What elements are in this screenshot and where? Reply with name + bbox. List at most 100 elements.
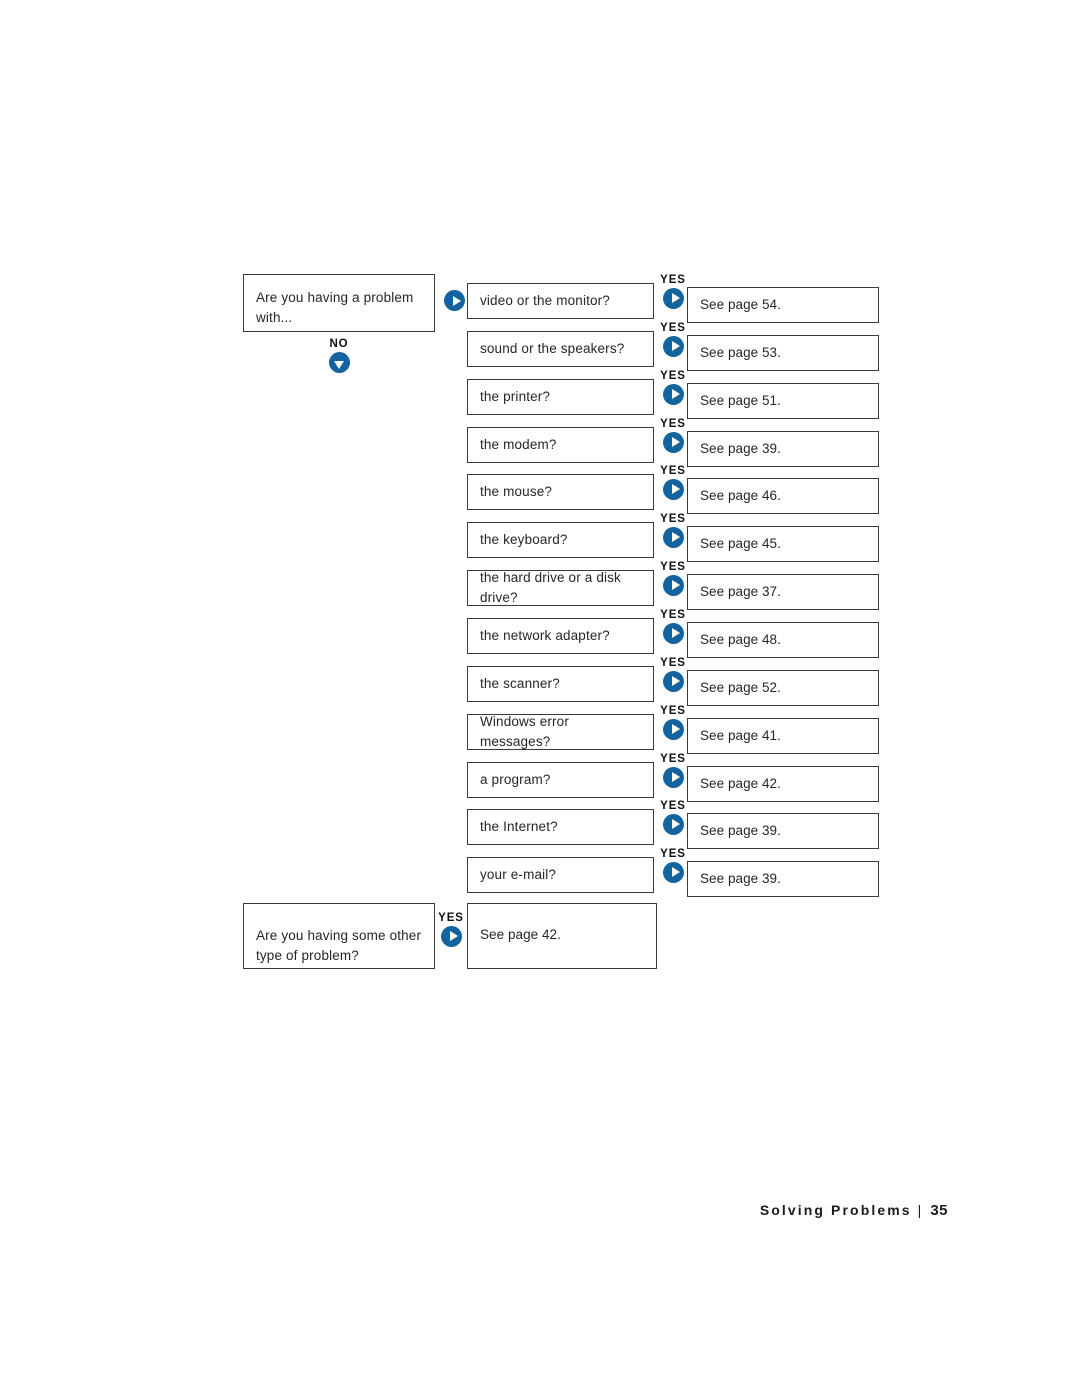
yes-branch-connector-label: YES — [660, 322, 686, 334]
answer-box: See page 48. — [687, 622, 879, 658]
arrow-right-circle-icon — [662, 813, 684, 835]
yes-branch-connector: YES — [656, 561, 690, 596]
yes-branch-connector: YES — [656, 753, 690, 788]
answer-box: See page 41. — [687, 718, 879, 754]
other-problem-question-box: Are you having some other type of proble… — [243, 903, 435, 969]
yes-branch-connector-label: YES — [660, 274, 686, 286]
arrow-right-circle-icon — [662, 766, 684, 788]
yes-branch-connector-label: YES — [660, 609, 686, 621]
answer-box: See page 53. — [687, 335, 879, 371]
arrow-right-circle-icon — [662, 431, 684, 453]
arrow-right-circle-icon — [662, 335, 684, 357]
answer-label: See page 39. — [700, 441, 781, 457]
answer-box: See page 54. — [687, 287, 879, 323]
answer-label: See page 37. — [700, 584, 781, 600]
answer-label: See page 51. — [700, 393, 781, 409]
question-box: video or the monitor? — [467, 283, 654, 319]
answer-label: See page 46. — [700, 488, 781, 504]
start-question-label: Are you having a problem with... — [256, 290, 414, 325]
start-question-box: Are you having a problem with... — [243, 274, 435, 332]
other-problem-yes-connector-label: YES — [438, 912, 464, 924]
start-no-branch-connector-label: NO — [329, 338, 349, 350]
start-no-branch-connector: NO — [322, 338, 356, 373]
question-label: the keyboard? — [480, 532, 568, 548]
question-label: sound or the speakers? — [480, 341, 625, 357]
question-box: the modem? — [467, 427, 654, 463]
arrow-down-circle-icon — [328, 351, 350, 373]
question-box: your e-mail? — [467, 857, 654, 893]
start-to-first-question-connector — [437, 290, 471, 311]
question-label: the scanner? — [480, 676, 560, 692]
question-label: your e-mail? — [480, 867, 557, 883]
troubleshooting-flowchart: Are you having a problem with... NO video … — [0, 0, 1080, 1397]
yes-branch-connector: YES — [656, 418, 690, 453]
question-label: the Internet? — [480, 819, 558, 835]
yes-branch-connector: YES — [656, 800, 690, 835]
question-box: the hard drive or a disk drive? — [467, 570, 654, 606]
answer-box: See page 39. — [687, 431, 879, 467]
yes-branch-connector: YES — [656, 370, 690, 405]
yes-branch-connector: YES — [656, 848, 690, 883]
answer-label: See page 45. — [700, 536, 781, 552]
question-label: the modem? — [480, 437, 557, 453]
yes-branch-connector-label: YES — [660, 705, 686, 717]
arrow-right-circle-icon — [662, 670, 684, 692]
question-box: a program? — [467, 762, 654, 798]
footer-page-number: 35 — [930, 1202, 948, 1219]
answer-label: See page 54. — [700, 297, 781, 313]
question-label: the network adapter? — [480, 628, 610, 644]
yes-branch-connector-label: YES — [660, 465, 686, 477]
question-box: Windows error messages? — [467, 714, 654, 750]
answer-box: See page 42. — [687, 766, 879, 802]
question-box: the Internet? — [467, 809, 654, 845]
question-box: the scanner? — [467, 666, 654, 702]
answer-box: See page 39. — [687, 861, 879, 897]
question-box: the mouse? — [467, 474, 654, 510]
question-label: the hard drive or a disk drive? — [480, 570, 621, 605]
yes-branch-connector-label: YES — [660, 657, 686, 669]
footer-separator: | — [917, 1202, 922, 1218]
footer-section-title: Solving Problems — [759, 1202, 912, 1218]
yes-branch-connector: YES — [656, 705, 690, 740]
answer-box: See page 45. — [687, 526, 879, 562]
arrow-right-circle-icon — [443, 290, 465, 311]
question-box: the printer? — [467, 379, 654, 415]
answer-box: See page 51. — [687, 383, 879, 419]
yes-branch-connector-label: YES — [660, 418, 686, 430]
arrow-right-circle-icon — [662, 526, 684, 548]
arrow-right-circle-icon — [662, 287, 684, 309]
question-label: the printer? — [480, 389, 551, 405]
other-problem-answer-label: See page 42. — [480, 927, 561, 942]
other-problem-answer-box: See page 42. — [467, 903, 657, 969]
question-label: video or the monitor? — [480, 293, 610, 309]
other-problem-question-label: Are you having some other type of proble… — [256, 928, 422, 963]
yes-branch-connector-label: YES — [660, 800, 686, 812]
arrow-right-circle-icon — [662, 478, 684, 500]
arrow-right-circle-icon — [662, 718, 684, 740]
yes-branch-connector: YES — [656, 513, 690, 548]
arrow-right-circle-icon — [662, 622, 684, 644]
yes-branch-connector: YES — [656, 465, 690, 500]
answer-label: See page 39. — [700, 871, 781, 887]
question-label: Windows error messages? — [480, 714, 569, 749]
yes-branch-connector-label: YES — [660, 753, 686, 765]
yes-branch-connector: YES — [656, 657, 690, 692]
answer-box: See page 52. — [687, 670, 879, 706]
yes-branch-connector: YES — [656, 609, 690, 644]
yes-branch-connector: YES — [656, 274, 690, 309]
question-label: the mouse? — [480, 484, 553, 500]
question-box: the keyboard? — [467, 522, 654, 558]
yes-branch-connector-label: YES — [660, 848, 686, 860]
answer-label: See page 53. — [700, 345, 781, 361]
answer-box: See page 46. — [687, 478, 879, 514]
arrow-right-circle-icon — [662, 861, 684, 883]
arrow-right-circle-icon — [662, 383, 684, 405]
answer-box: See page 37. — [687, 574, 879, 610]
other-problem-yes-connector: YES — [434, 912, 468, 947]
yes-branch-connector: YES — [656, 322, 690, 357]
page-footer: Solving Problems | 35 — [760, 1202, 948, 1219]
arrow-right-circle-icon — [662, 574, 684, 596]
answer-label: See page 48. — [700, 632, 781, 648]
question-box: sound or the speakers? — [467, 331, 654, 367]
yes-branch-connector-label: YES — [660, 561, 686, 573]
